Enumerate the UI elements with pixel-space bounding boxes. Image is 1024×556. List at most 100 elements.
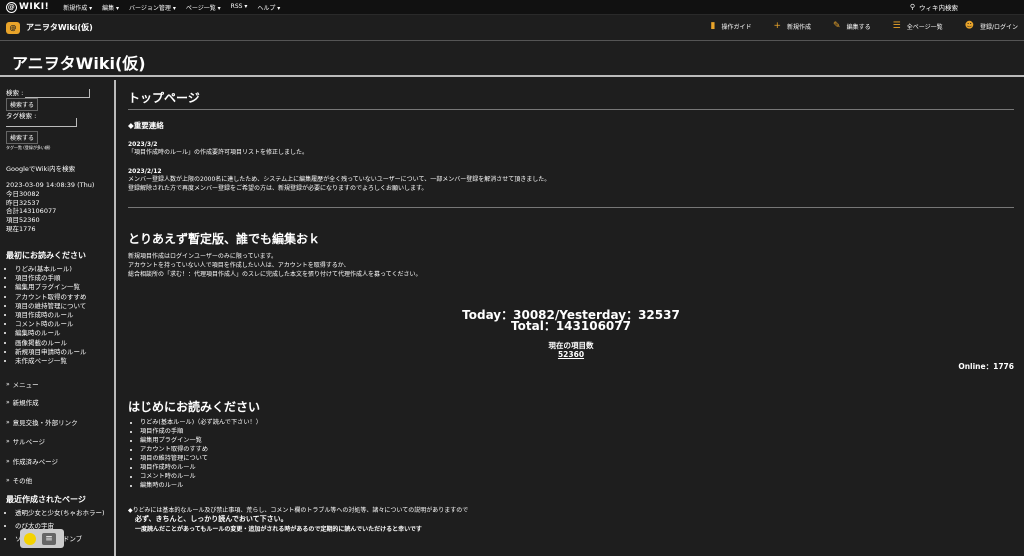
list-item[interactable]: 透明少女と少女(ちゃおホラー) [15, 509, 106, 518]
new-page-button[interactable]: + 新規作成 [773, 21, 811, 31]
menu-icon[interactable]: ≡ [42, 532, 56, 545]
item-count-link[interactable]: 52360 [128, 350, 1014, 359]
rule-line2: 必ず、きちんと、しっかり読んでおいて下さい。 [135, 515, 288, 523]
top-nav: 新規作成 ▾ 編集 ▾ バージョン管理 ▾ ページ一覧 ▾ RSS ▾ ヘルプ … [63, 3, 290, 12]
list-item[interactable]: アカウント取得のすすめ [140, 445, 262, 454]
plus-icon: + [773, 21, 782, 31]
divider [128, 207, 1014, 208]
google-search-link[interactable]: GoogleでWiki内を検索 [6, 163, 75, 173]
stats-items: 項目52360 [6, 216, 40, 225]
intro-line1: 新規項目作成はログインユーザーのみに限っています。 [128, 253, 277, 260]
top-bar: @ WIKI! 新規作成 ▾ 編集 ▾ バージョン管理 ▾ ページ一覧 ▾ RS… [0, 0, 1024, 15]
chevron-right-icon: » [6, 398, 10, 406]
nav-version[interactable]: バージョン管理 ▾ [129, 3, 176, 12]
stats-total: Total：143106077 [511, 319, 631, 333]
sidebar-link-label: サルページ [12, 438, 46, 446]
wiki-icon: @ [6, 21, 20, 34]
rule-line3: 一度読んだことがあってもルールの変更・追加がされる時があるので定期的に読んでいた… [135, 526, 422, 533]
sidebar-search-row: 検索 : [6, 87, 91, 98]
list-item[interactable]: 新規項目申請時のルール [15, 348, 87, 357]
nav-new[interactable]: 新規作成 ▾ [63, 3, 92, 12]
list-item[interactable]: 画像掲載のルール [15, 339, 87, 348]
list-item[interactable]: 項目の維持管理について [15, 302, 87, 311]
read-first-list: りどみ(基本ルール) 項目作成の手順 編集用プラグイン一覧 アカウント取得のすす… [6, 265, 87, 366]
search-icon: ⚲ [909, 3, 915, 11]
page-title-bar: アニヲタWiki(仮) [0, 41, 1024, 77]
notice2-line1: メンバー登録人数が上限の2000名に達したため、システム上に編集履歴が全く残って… [128, 176, 551, 183]
list-item[interactable]: 編集時のルール [140, 481, 262, 490]
pencil-icon: ✎ [833, 21, 841, 31]
sidebar-search-input[interactable] [25, 88, 91, 98]
chevron-right-icon: » [6, 437, 10, 445]
list-item[interactable]: 編集時のルール [15, 329, 87, 338]
action-bar: ▮ 操作ガイド + 新規作成 ✎ 編集する ☰ 全ページ一覧 ☻ 登録/ログイン [689, 21, 1018, 31]
stats-online: 現在1776 [6, 224, 36, 233]
guide-icon: ▮ [710, 21, 716, 31]
read-first-list-wrap: りどみ(基本ルール) 項目作成の手順 編集用プラグイン一覧 アカウント取得のすす… [6, 265, 87, 366]
theme-toggle-icon[interactable] [24, 532, 36, 545]
divider [128, 109, 1014, 110]
wiki-search[interactable]: ⚲ ウィキ内検索 [910, 2, 958, 12]
tag-search-input[interactable] [6, 118, 77, 127]
list-item[interactable]: 項目作成時のルール [140, 463, 262, 472]
sidebar-link-label: 意見交換・外部リンク [12, 419, 78, 427]
guide-label: 操作ガイド [721, 23, 752, 31]
tag-list-note[interactable]: タグ一覧 (登録が多い順) [6, 145, 50, 151]
sidebar-link-created[interactable]: » 作成済みページ [6, 456, 59, 467]
nav-rss[interactable]: RSS ▾ [231, 3, 248, 12]
list-icon: ☰ [892, 21, 901, 31]
sidebar-link-label: その他 [12, 477, 33, 485]
nav-edit[interactable]: 編集 ▾ [102, 3, 119, 12]
tag-search-button[interactable]: 検索する [6, 131, 39, 144]
online-count: Online：1776 [958, 362, 1014, 371]
nav-help[interactable]: ヘルプ ▾ [257, 3, 280, 12]
sidebar-link-menu[interactable]: » メニュー [6, 379, 39, 390]
list-item[interactable]: りどみ(基本ルール)（必ず読んで下さい！） [140, 418, 262, 427]
notice-title: ◆重要連絡 [128, 121, 164, 130]
sidebar-link-other[interactable]: » その他 [6, 475, 33, 486]
all-pages-label: 全ページ一覧 [906, 23, 943, 31]
login-label: 登録/ログイン [979, 23, 1018, 31]
notice2-line2: 登録解除された方で再度メンバー登録をご希望の方は、新規登録が必要になりますのでよ… [128, 185, 428, 192]
logo-text: WIKI! [19, 2, 50, 12]
list-item[interactable]: 未作成ページ一覧 [15, 357, 87, 366]
list-item[interactable]: 項目作成の手順 [140, 427, 262, 436]
page-title: アニヲタWiki(仮) [12, 54, 146, 73]
sidebar-link-opinion[interactable]: » 意見交換・外部リンク [6, 417, 78, 428]
chevron-right-icon: » [6, 380, 10, 388]
edit-button[interactable]: ✎ 編集する [833, 21, 871, 31]
stats-block: 2023-03-09 14:08:39 (Thu) 今日30082 昨日3253… [6, 181, 94, 234]
stats-today: 今日30082 [6, 189, 40, 198]
list-item[interactable]: 編集用プラグイン一覧 [140, 436, 262, 445]
list-item[interactable]: アカウント取得のすすめ [15, 293, 87, 302]
edit-label: 編集する [846, 23, 871, 31]
list-item[interactable]: コメント時のルール [140, 472, 262, 481]
nav-pages[interactable]: ページ一覧 ▾ [186, 3, 221, 12]
list-item[interactable]: 項目の維持管理について [140, 454, 262, 463]
list-item[interactable]: りどみ(基本ルール) [15, 265, 87, 274]
heading-edit-ok: とりあえず暫定版、誰でも編集おｋ [128, 232, 321, 246]
chevron-right-icon: » [6, 457, 10, 465]
login-button[interactable]: ☻ 登録/ログイン [965, 21, 1018, 31]
guide-button[interactable]: ▮ 操作ガイド [711, 21, 752, 31]
wiki-name[interactable]: @ アニヲタWiki(仮) [6, 21, 93, 34]
list-item[interactable]: 項目作成時のルール [15, 311, 87, 320]
heading-read-first: はじめにお読みください [128, 400, 261, 414]
read-first-heading: 最初にお読みください [6, 251, 86, 260]
chevron-right-icon: » [6, 476, 10, 484]
chevron-right-icon: » [6, 418, 10, 426]
intro-line3: 総合相談所の「求む！：代理項目作成人」のスレに完成した本文を張り付けて代理作成人… [128, 271, 422, 278]
list-item[interactable]: 編集用プラグイン一覧 [15, 283, 87, 292]
sidebar-search-label: 検索 : [6, 89, 24, 97]
floating-widget[interactable]: ≡ [20, 529, 64, 548]
stats-total: 合計143106077 [6, 207, 57, 216]
sidebar-link-salvage[interactable]: » サルページ [6, 436, 46, 447]
sidebar-link-label: 作成済みページ [12, 458, 59, 466]
sidebar-link-new[interactable]: » 新規作成 [6, 397, 39, 408]
read-first-main-list: りどみ(基本ルール)（必ず読んで下さい！） 項目作成の手順 編集用プラグイン一覧… [132, 418, 262, 490]
sidebar: 検索 : 検索する タグ検索 : 検索する タグ一覧 (登録が多い順) Goog… [0, 80, 116, 556]
all-pages-button[interactable]: ☰ 全ページ一覧 [893, 21, 943, 31]
wiki-logo[interactable]: @ WIKI! [6, 1, 50, 13]
sidebar-link-label: メニュー [12, 381, 39, 389]
header-bar: @ アニヲタWiki(仮) ▮ 操作ガイド + 新規作成 ✎ 編集する ☰ 全ページ一覧… [0, 15, 1024, 41]
